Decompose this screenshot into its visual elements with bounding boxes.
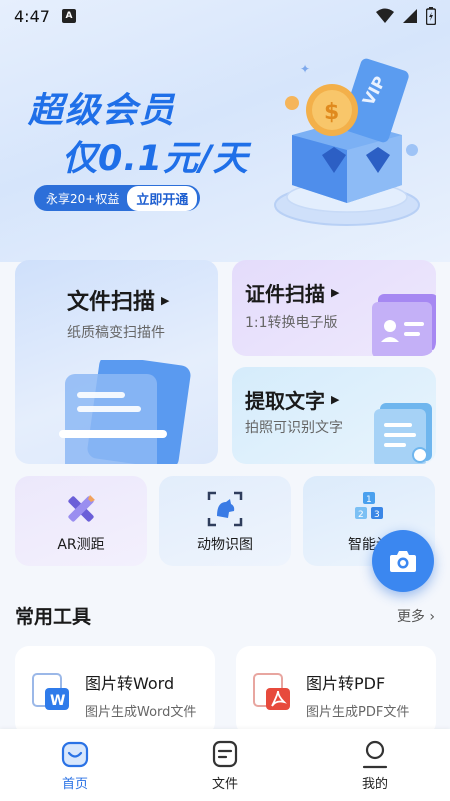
image-to-pdf-subtitle: 图片生成PDF文件	[306, 705, 410, 720]
camera-icon	[390, 551, 416, 572]
svg-text:✦: ✦	[300, 62, 310, 76]
signal-icon	[403, 9, 417, 23]
vip-box-illustration-icon: VIP $ ✦	[274, 58, 420, 226]
text-extract-card[interactable]: 提取文字 ▶ 拍照可识别文字	[232, 367, 436, 464]
arrow-right-icon: ▶	[331, 286, 340, 299]
banner-subtitle: 仅0.1元/天	[62, 139, 249, 179]
doc-scan-subtitle: 纸质稿变扫描件	[67, 325, 165, 341]
open-vip-button[interactable]: 立即开通	[127, 185, 198, 211]
status-time: 4:47	[14, 6, 50, 26]
id-scan-card[interactable]: 证件扫描 ▶ 1:1转换电子版	[232, 260, 436, 356]
id-card-icon	[372, 294, 436, 356]
nav-profile[interactable]: 我的	[300, 729, 450, 801]
more-tools-link[interactable]: 更多 ›	[397, 606, 435, 626]
tool-animal-recognize[interactable]: 动物识图	[159, 476, 291, 566]
svg-text:3: 3	[374, 510, 380, 520]
vip-banner[interactable]: 超级会员 仅0.1元/天 永享20+权益 立即开通 VIP $ ✦	[0, 0, 450, 262]
tool-ar-measure[interactable]: AR测距	[15, 476, 147, 566]
nav-files[interactable]: 文件	[150, 729, 300, 801]
word-icon: W	[32, 673, 69, 710]
tool-animal-label: 动物识图	[197, 537, 253, 553]
battery-icon	[426, 7, 436, 25]
svg-text:1: 1	[366, 495, 372, 505]
svg-text:2: 2	[358, 510, 364, 520]
doc-scan-card[interactable]: 文件扫描 ▶ 纸质稿变扫描件	[15, 260, 218, 464]
image-to-word-title: 图片转Word	[85, 674, 175, 693]
nav-home-label: 首页	[61, 776, 88, 792]
svg-text:W: W	[50, 693, 65, 709]
svg-text:$: $	[324, 100, 339, 125]
image-to-pdf-title: 图片转PDF	[306, 674, 386, 693]
doc-scan-title: 文件扫描 ▶	[67, 290, 170, 315]
home-icon	[61, 741, 89, 767]
ruler-pencil-icon	[68, 495, 95, 522]
status-bar: 4:47 A	[0, 0, 450, 32]
nav-profile-label: 我的	[361, 776, 388, 792]
notification-icon: A	[61, 9, 76, 23]
text-recognize-icon	[374, 403, 432, 464]
image-to-word-card[interactable]: W 图片转Word 图片生成Word文件	[15, 646, 215, 736]
tool-ar-label: AR测距	[57, 537, 105, 553]
pdf-icon	[253, 673, 290, 710]
nav-home[interactable]: 首页	[0, 729, 150, 801]
text-extract-subtitle: 拍照可识别文字	[245, 420, 343, 436]
wifi-icon	[376, 8, 394, 23]
cube-stack-icon: 1 2 3	[355, 492, 383, 520]
banner-benefit-pill[interactable]: 永享20+权益 立即开通	[34, 185, 201, 211]
bottom-nav: 首页 文件 我的	[0, 729, 450, 801]
id-scan-title: 证件扫描 ▶	[245, 282, 340, 306]
image-to-pdf-card[interactable]: 图片转PDF 图片生成PDF文件	[236, 646, 436, 736]
file-icon	[212, 740, 238, 767]
text-extract-title: 提取文字 ▶	[245, 389, 340, 413]
common-tools-title: 常用工具	[15, 606, 92, 628]
image-to-word-subtitle: 图片生成Word文件	[85, 705, 197, 720]
arrow-right-icon: ▶	[161, 293, 170, 307]
arrow-right-icon: ▶	[331, 393, 340, 406]
profile-icon	[362, 740, 388, 768]
document-scan-icon	[59, 360, 191, 464]
common-tools-header: 常用工具 更多 ›	[15, 602, 435, 629]
id-scan-subtitle: 1:1转换电子版	[245, 315, 338, 331]
camera-button[interactable]	[372, 530, 434, 592]
animal-scan-icon	[207, 491, 243, 527]
banner-benefit-text: 永享20+权益	[46, 191, 120, 206]
nav-files-label: 文件	[211, 776, 238, 792]
banner-title: 超级会员	[28, 91, 177, 131]
